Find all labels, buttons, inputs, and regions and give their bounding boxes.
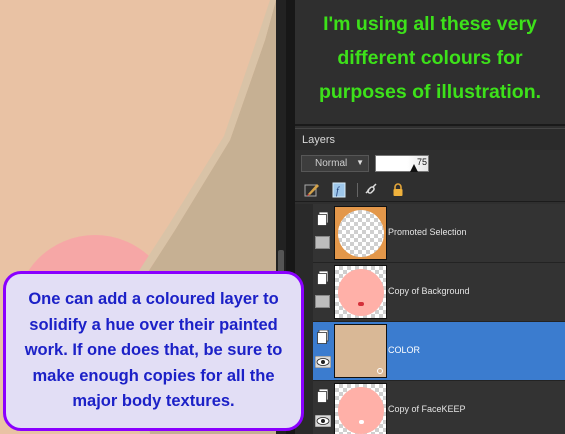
- layer-properties-icon[interactable]: [317, 212, 329, 226]
- layer-row-selected[interactable]: COLOR: [313, 322, 565, 381]
- layer-thumbnail: [334, 265, 387, 319]
- layer-name: Copy of FaceKEEP: [388, 404, 466, 414]
- callout-text: One can add a coloured layer to solidify…: [24, 290, 283, 411]
- dropdown-arrow-icon: ▼: [356, 158, 364, 167]
- lock-icon[interactable]: [390, 182, 406, 198]
- blend-mode-dropdown[interactable]: Normal ▼: [301, 155, 369, 172]
- layers-list: Promoted Selection Copy of Background CO…: [295, 204, 565, 434]
- illustration-note: I'm using all these very different colou…: [318, 13, 542, 103]
- right-panel: I'm using all these very different colou…: [295, 0, 565, 434]
- layer-name: Promoted Selection: [388, 227, 467, 237]
- opacity-slider[interactable]: 75: [375, 155, 429, 172]
- layer-thumbnail: [334, 206, 387, 260]
- toolbar-separator: [357, 183, 358, 197]
- layer-name: Copy of Background: [388, 286, 470, 296]
- eye-icon[interactable]: [315, 356, 331, 368]
- layer-row[interactable]: Copy of FaceKEEP: [313, 381, 565, 434]
- layer-row[interactable]: Promoted Selection: [313, 204, 565, 263]
- link-icon[interactable]: [363, 182, 379, 198]
- layer-controls: [313, 381, 333, 434]
- layer-controls: [313, 322, 333, 380]
- blend-mode-value: Normal: [315, 158, 348, 169]
- layers-panel-title: Layers: [295, 128, 565, 150]
- callout-annotation: One can add a coloured layer to solidify…: [3, 271, 304, 431]
- layer-thumbnail: [334, 383, 387, 434]
- blend-controls: Normal ▼ 75: [295, 152, 565, 176]
- visibility-toggle[interactable]: [315, 295, 330, 308]
- brush-icon[interactable]: [304, 182, 320, 198]
- layer-row[interactable]: Copy of Background: [313, 263, 565, 322]
- layer-properties-icon[interactable]: [317, 271, 329, 285]
- visibility-toggle[interactable]: [315, 236, 330, 249]
- opacity-value: 75: [417, 157, 428, 167]
- note-area: I'm using all these very different colou…: [295, 0, 565, 126]
- layer-controls: [313, 263, 333, 321]
- fx-icon[interactable]: f: [331, 182, 347, 198]
- eye-icon[interactable]: [315, 415, 331, 427]
- layer-properties-icon[interactable]: [317, 330, 329, 344]
- layer-controls: [313, 204, 333, 262]
- layer-tools: f: [295, 178, 565, 202]
- layer-name: COLOR: [388, 345, 421, 355]
- layer-properties-icon[interactable]: [317, 389, 329, 403]
- layer-thumbnail: [334, 324, 387, 378]
